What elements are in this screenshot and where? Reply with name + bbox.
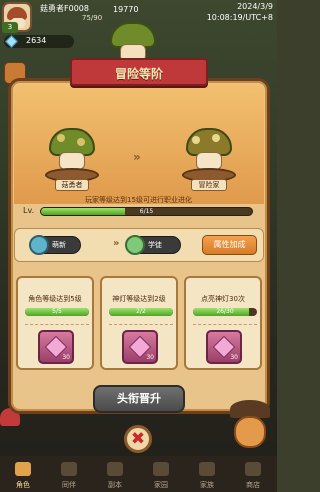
close-button[interactable]: ✖: [124, 425, 152, 453]
stamina-text: 75/90: [82, 14, 103, 22]
current-title-text: 萌新: [52, 241, 66, 249]
requirement-card: 角色等级达到5级 5/5 30: [16, 276, 94, 370]
home-icon: [153, 462, 169, 476]
player-level-badge: 3: [2, 22, 18, 33]
current-rank-character: [45, 128, 99, 182]
cat-wizard-decoration: [230, 400, 270, 450]
nav-label: 角色: [16, 481, 30, 489]
requirement-progress-text: 5/5: [52, 308, 62, 315]
dungeon-icon: [107, 462, 123, 476]
requirement-progress-text: 26/30: [216, 308, 234, 315]
bottom-nav: 角色 同伴 副本 家园 家族 商店: [0, 456, 277, 492]
requirement-progress-bar: 2/2: [109, 308, 173, 316]
nav-label: 副本: [108, 481, 122, 489]
requirement-progress-bar: 5/5: [25, 308, 89, 316]
player-name: 菇勇者F0008: [40, 4, 89, 13]
nav-item-character[interactable]: 角色: [0, 456, 46, 492]
evolution-hint: 玩家等级达到15级可进行职业进化: [85, 196, 192, 204]
next-rank-character: [182, 128, 236, 182]
current-rank-label: 菇勇者: [55, 179, 89, 191]
nav-item-home[interactable]: 家园: [138, 456, 184, 492]
requirement-progress-text: 2/2: [136, 308, 146, 315]
next-rank-label: 冒险家: [191, 179, 227, 191]
level-label: Lv.: [23, 206, 35, 215]
nav-item-companion[interactable]: 同伴: [46, 456, 92, 492]
companion-icon: [61, 462, 77, 476]
gem-icon: [5, 35, 18, 48]
requirement-card: 点亮神灯30次 26/30 30: [184, 276, 262, 370]
nav-item-shop[interactable]: 商店: [230, 456, 276, 492]
attribute-bonus-button[interactable]: 属性加成: [202, 235, 257, 255]
title-attribute-row: 萌新 » 学徒 属性加成: [14, 228, 264, 262]
gem-count: 2634: [26, 36, 47, 45]
nav-label: 家园: [154, 481, 168, 489]
time-text: 10:08:19/UTC+8: [206, 13, 273, 22]
reward-item[interactable]: 30: [122, 330, 158, 364]
reward-count: 30: [146, 354, 154, 361]
green-star-icon: [125, 235, 145, 255]
requirement-title: 点亮神灯30次: [201, 295, 245, 303]
family-icon: [199, 462, 215, 476]
divider: [193, 324, 257, 325]
cat-body: [234, 416, 266, 448]
divider: [25, 324, 89, 325]
nav-item-dungeon[interactable]: 副本: [92, 456, 138, 492]
cap-spot: [192, 136, 200, 144]
reward-count: 30: [230, 354, 238, 361]
next-title-pill: 学徒: [125, 235, 181, 255]
divider: [109, 324, 173, 325]
reward-item[interactable]: 30: [38, 330, 74, 364]
panel-title: 冒险等阶: [114, 67, 163, 81]
promote-title-button[interactable]: 头衔晋升: [93, 385, 185, 413]
coin-count: 19770: [113, 5, 139, 14]
requirement-progress-bar: 26/30: [193, 308, 257, 316]
panel-title-banner: 冒险等阶: [58, 58, 220, 86]
nav-label: 同伴: [62, 481, 76, 489]
level-progress-bar: 6/15: [40, 207, 253, 216]
nav-label: 家族: [200, 481, 214, 489]
cap-spot: [212, 134, 220, 142]
reward-count: 30: [62, 354, 70, 361]
date-text: 2024/3/9: [237, 2, 273, 11]
character-icon: [15, 462, 31, 476]
chevron-right-icon: »: [113, 238, 120, 249]
current-title-pill: 萌新: [29, 235, 81, 255]
gem-counter[interactable]: 2634: [4, 35, 74, 48]
chevron-right-icon: »: [133, 150, 141, 164]
nav-item-family[interactable]: 家族: [184, 456, 230, 492]
level-progress-text: 6/15: [139, 208, 154, 215]
blue-star-icon: [29, 235, 49, 255]
nav-label: 商店: [246, 481, 260, 489]
mushroom-mascot-icon: [106, 22, 162, 62]
shop-icon: [245, 462, 261, 476]
requirement-card: 神灯等级达到2级 2/2 30: [100, 276, 178, 370]
requirement-title: 神灯等级达到2级: [112, 295, 166, 303]
reward-item[interactable]: 30: [206, 330, 242, 364]
cap-spot: [57, 134, 65, 142]
requirement-title: 角色等级达到5级: [28, 295, 82, 303]
cap-spot: [77, 138, 85, 146]
next-title-text: 学徒: [148, 241, 162, 249]
